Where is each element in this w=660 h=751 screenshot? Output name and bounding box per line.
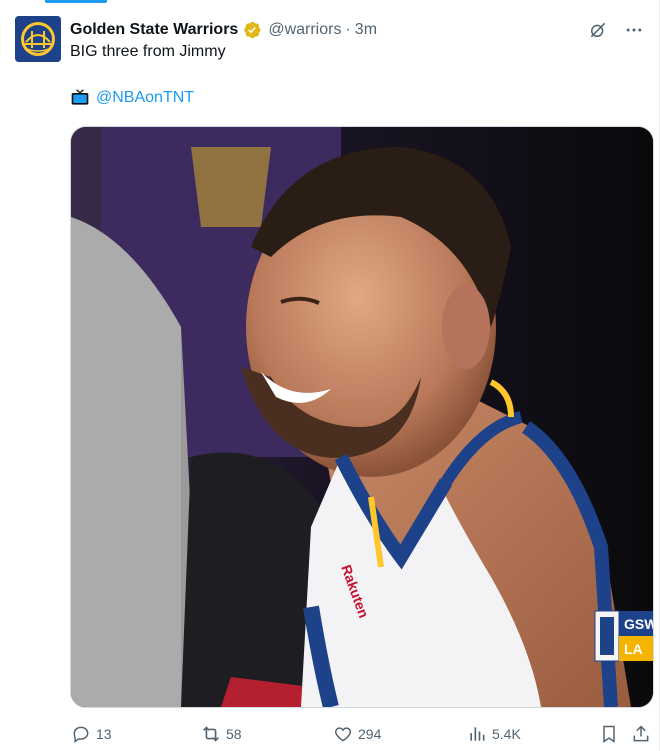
mention-link[interactable]: @NBAonTNT	[96, 89, 194, 107]
timestamp[interactable]: 3m	[355, 21, 377, 39]
tweet-text: BIG three from Jimmy	[70, 43, 226, 60]
reply-button[interactable]: 13	[70, 723, 112, 745]
views-count: 5.4K	[492, 726, 521, 742]
like-count: 294	[358, 726, 382, 742]
like-icon	[332, 723, 354, 745]
views-button[interactable]: 5.4K	[466, 723, 521, 745]
separator: ·	[345, 21, 351, 38]
reply-icon	[70, 723, 92, 745]
avatar[interactable]	[15, 16, 61, 62]
account-handle[interactable]: @warriors	[268, 21, 341, 39]
tweet-header: Golden State Warriors @warriors · 3m	[70, 18, 377, 42]
like-button[interactable]: 294	[332, 723, 381, 745]
repost-count: 58	[226, 726, 242, 742]
tv-icon	[70, 88, 90, 108]
active-tab-indicator	[45, 0, 107, 3]
repost-button[interactable]: 58	[200, 723, 242, 745]
reply-count: 13	[96, 726, 112, 742]
media-video[interactable]: Rakuten GSW LA	[70, 126, 654, 708]
warriors-logo-icon	[15, 16, 61, 62]
grok-icon[interactable]	[586, 18, 610, 42]
share-icon	[630, 723, 652, 745]
bookmark-button[interactable]	[598, 723, 620, 745]
more-icon[interactable]	[622, 18, 646, 42]
player-celebration-frame: Rakuten GSW LA	[71, 127, 653, 707]
mention-line: @NBAonTNT	[70, 88, 194, 108]
account-name[interactable]: Golden State Warriors	[70, 21, 238, 39]
verified-badge-icon[interactable]	[242, 20, 262, 40]
score-team-top: GSW	[624, 616, 653, 632]
bookmark-icon	[598, 723, 620, 745]
share-button[interactable]	[630, 723, 652, 745]
action-bar: 13 58 294 5.4K	[70, 722, 652, 746]
header-actions	[574, 18, 646, 42]
views-icon	[466, 723, 488, 745]
repost-icon	[200, 723, 222, 745]
score-team-bottom: LA	[624, 641, 643, 657]
